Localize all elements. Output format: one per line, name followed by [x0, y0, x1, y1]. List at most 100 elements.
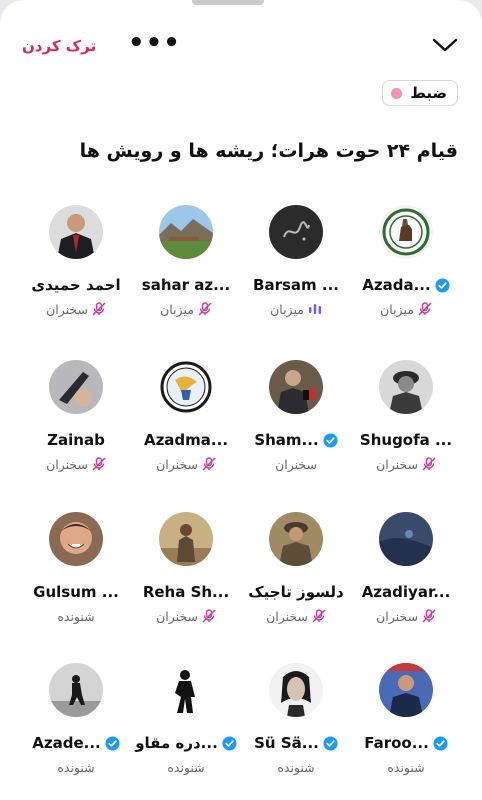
participant-card[interactable]: Azade... شنونده: [18, 663, 134, 793]
participant-name: Faroo...: [364, 734, 429, 752]
more-options-button[interactable]: •••: [128, 30, 181, 56]
avatar: [49, 205, 103, 259]
participant-role: شنونده: [387, 759, 425, 775]
participant-name: Azadiyar...: [361, 583, 451, 601]
avatar: [269, 205, 323, 259]
participant-role: سخنران: [376, 456, 418, 472]
participant-card[interactable]: احمد حمیدی سخنران: [18, 205, 134, 335]
participant-name: احمد حمیدی: [31, 276, 121, 294]
participant-role-row: سخنران: [18, 300, 134, 318]
verified-badge-icon: [222, 735, 237, 751]
top-bar: ترک کردن •••: [0, 26, 482, 70]
mic-muted-icon: [312, 609, 326, 623]
avatar: [159, 663, 213, 717]
avatar: [269, 360, 323, 414]
participant-role-row: شنونده: [128, 758, 244, 776]
participant-role: سخنران: [275, 456, 317, 472]
space-sheet: ترک کردن ••• ضبط قیام ۲۴ حوت هرات؛ ریشه …: [0, 0, 482, 800]
participant-name-row: Barsam ...: [238, 275, 354, 295]
chevron-down-icon[interactable]: [432, 36, 458, 54]
participant-role: سخنران: [156, 608, 198, 624]
participant-card[interactable]: Azada... میزبان: [348, 205, 464, 335]
participant-role-row: شنونده: [238, 758, 354, 776]
avatar: [159, 360, 213, 414]
participant-name-row: Sham...: [238, 430, 354, 450]
participant-name: Sü Sä...: [254, 734, 319, 752]
sheet-grabber[interactable]: [192, 0, 264, 5]
leave-button[interactable]: ترک کردن: [22, 37, 96, 55]
mic-muted-icon: [422, 457, 436, 471]
participant-name-row: دلسوز تاجیک: [238, 582, 354, 602]
participant-name-row: Azada...: [348, 275, 464, 295]
avatar: [269, 512, 323, 566]
participant-card[interactable]: Shugofa ... سخنران: [348, 360, 464, 490]
participant-name: دره مقاو...: [135, 734, 218, 752]
mic-muted-icon: [418, 302, 432, 316]
participant-role-row: سخنران: [128, 607, 244, 625]
participant-card[interactable]: دره مقاو... شنونده: [128, 663, 244, 793]
participant-name-row: sahar az...: [128, 275, 244, 295]
participant-card[interactable]: Barsam ... میزبان: [238, 205, 354, 335]
participant-role: شنونده: [277, 759, 315, 775]
participant-name-row: دره مقاو...: [128, 733, 244, 753]
participant-role: سخنران: [46, 456, 88, 472]
recording-label: ضبط: [410, 84, 447, 102]
participant-name: Reha Sh...: [142, 583, 230, 601]
mic-muted-icon: [198, 302, 212, 316]
participant-role-row: سخنران: [238, 455, 354, 473]
participant-name-row: Azade...: [18, 733, 134, 753]
avatar: [159, 205, 213, 259]
participant-card[interactable]: Azadiyar... سخنران: [348, 512, 464, 642]
mic-muted-icon: [422, 609, 436, 623]
participant-name-row: Faroo...: [348, 733, 464, 753]
participant-name-row: Sü Sä...: [238, 733, 354, 753]
participant-role: شنونده: [57, 759, 95, 775]
participant-name-row: Shugofa ...: [348, 430, 464, 450]
participant-name-row: Azadma...: [128, 430, 244, 450]
verified-badge-icon: [105, 735, 120, 751]
participant-name-row: Reha Sh...: [128, 582, 244, 602]
participant-role: میزبان: [270, 301, 304, 317]
participant-card[interactable]: sahar az... میزبان: [128, 205, 244, 335]
mic-muted-icon: [202, 457, 216, 471]
avatar: [49, 512, 103, 566]
mic-muted-icon: [202, 609, 216, 623]
participant-role-row: سخنران: [238, 607, 354, 625]
avatar: [379, 512, 433, 566]
participant-name: Azada...: [362, 276, 431, 294]
participant-name: Zainab: [47, 431, 105, 449]
participant-name-row: احمد حمیدی: [18, 275, 134, 295]
participant-card[interactable]: Sü Sä... شنونده: [238, 663, 354, 793]
participant-name: Gulsum ...: [33, 583, 119, 601]
participant-role: سخنران: [376, 608, 418, 624]
recording-badge: ضبط: [382, 80, 458, 106]
participant-card[interactable]: Azadma... سخنران: [128, 360, 244, 490]
participants-grid: Azada... میزبان Barsam ... میزبان sahar …: [0, 205, 482, 800]
avatar: [159, 512, 213, 566]
participant-role-row: سخنران: [348, 455, 464, 473]
verified-badge-icon: [435, 277, 450, 293]
participant-name: Azade...: [32, 734, 101, 752]
participant-role-row: سخنران: [18, 455, 134, 473]
participant-role-row: شنونده: [348, 758, 464, 776]
participant-role: میزبان: [380, 301, 414, 317]
avatar: [379, 205, 433, 259]
participant-card[interactable]: Sham... سخنران: [238, 360, 354, 490]
space-title: قیام ۲۴ حوت هرات؛ ریشه ها و رویش ها: [79, 140, 458, 162]
recording-dot-icon: [391, 87, 403, 99]
participant-card[interactable]: Zainab سخنران: [18, 360, 134, 490]
participant-card[interactable]: Faroo... شنونده: [348, 663, 464, 793]
participant-role-row: سخنران: [348, 607, 464, 625]
participant-role-row: سخنران: [128, 455, 244, 473]
speaking-bars-icon: [308, 304, 321, 314]
participant-role-row: شنونده: [18, 607, 134, 625]
participant-card[interactable]: Reha Sh... سخنران: [128, 512, 244, 642]
avatar: [49, 663, 103, 717]
participant-card[interactable]: Gulsum ... شنونده: [18, 512, 134, 642]
participant-role: سخنران: [156, 456, 198, 472]
participant-role-row: میزبان: [128, 300, 244, 318]
participant-name: دلسوز تاجیک: [248, 583, 344, 601]
avatar: [379, 663, 433, 717]
participant-name-row: Azadiyar...: [348, 582, 464, 602]
participant-card[interactable]: دلسوز تاجیک سخنران: [238, 512, 354, 642]
